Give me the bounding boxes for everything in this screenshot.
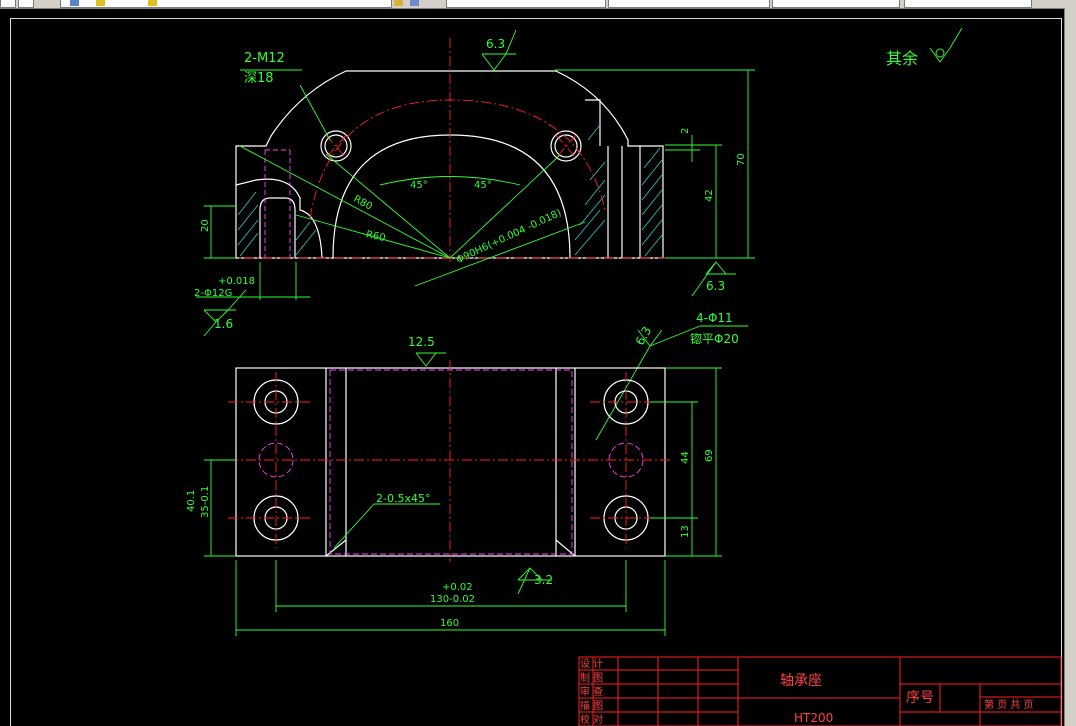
radius-r80: R80 (351, 194, 374, 213)
dim-69: 69 (704, 449, 715, 462)
title-row-2: 制 图 (580, 671, 603, 684)
roughness-bore: 1.6 (214, 317, 233, 331)
roughness-top: 6.3 (486, 37, 505, 51)
dim-160: 160 (440, 618, 459, 629)
title-row-4: 描 图 (580, 699, 603, 712)
hole-qty: 4-Φ11 (696, 311, 733, 325)
front-view (235, 70, 664, 259)
angle-left: 45° (410, 180, 428, 191)
title-row-1: 设 计 (580, 657, 603, 670)
bore-fit: Φ90H6(+0.004 -0.018) (455, 208, 564, 266)
dim-44: 44 (680, 451, 691, 464)
part-name: 轴承座 (780, 673, 822, 689)
counterbore-label: 锪平Φ20 (690, 331, 739, 346)
dim-130: 130-0.02 (430, 594, 475, 605)
serial-label: 序号 (906, 690, 934, 706)
plan-hidden (258, 369, 644, 555)
cad-drawing-canvas[interactable]: 6.3 6.3 1.6 12.5 3.2 6.3 其余 2-M12 深18 R8… (0, 0, 1076, 726)
pin-tolerance: +0.018 (218, 276, 255, 287)
dim-20: 20 (200, 219, 211, 232)
sheet-label: 第 页 共 页 (984, 698, 1034, 711)
tol-upper: +0.02 (442, 582, 473, 593)
thread-depth-label: 深18 (244, 71, 274, 86)
thread-qty-label: 2-M12 (244, 51, 285, 66)
plan-outline (235, 367, 666, 557)
roughness-general-label: 其余 (886, 49, 918, 68)
dim-42: 42 (704, 189, 715, 202)
pin-diameter: 2-Φ12G (194, 288, 232, 299)
material-label: HT200 (794, 711, 833, 725)
roughness-plan-top: 12.5 (408, 335, 435, 349)
front-view-outline (235, 70, 664, 259)
dim-35: 35-0.1 (200, 486, 211, 518)
roughness-plan-bottom: 3.2 (534, 573, 553, 587)
radius-r60: R60 (365, 229, 387, 244)
chamfer-label: 2-0.5x45° (376, 492, 430, 505)
angle-right: 45° (474, 180, 492, 191)
roughness-right: 6.3 (706, 279, 725, 293)
title-row-3: 审 查 (580, 685, 603, 698)
front-dimension-lines (196, 27, 963, 595)
dim-70: 70 (736, 153, 747, 166)
dim-2: 2 (680, 128, 691, 134)
title-row-5: 校 对 (580, 713, 603, 726)
dim-13: 13 (680, 525, 691, 538)
plan-view (235, 367, 666, 557)
dim-40: 40.1 (186, 490, 197, 512)
